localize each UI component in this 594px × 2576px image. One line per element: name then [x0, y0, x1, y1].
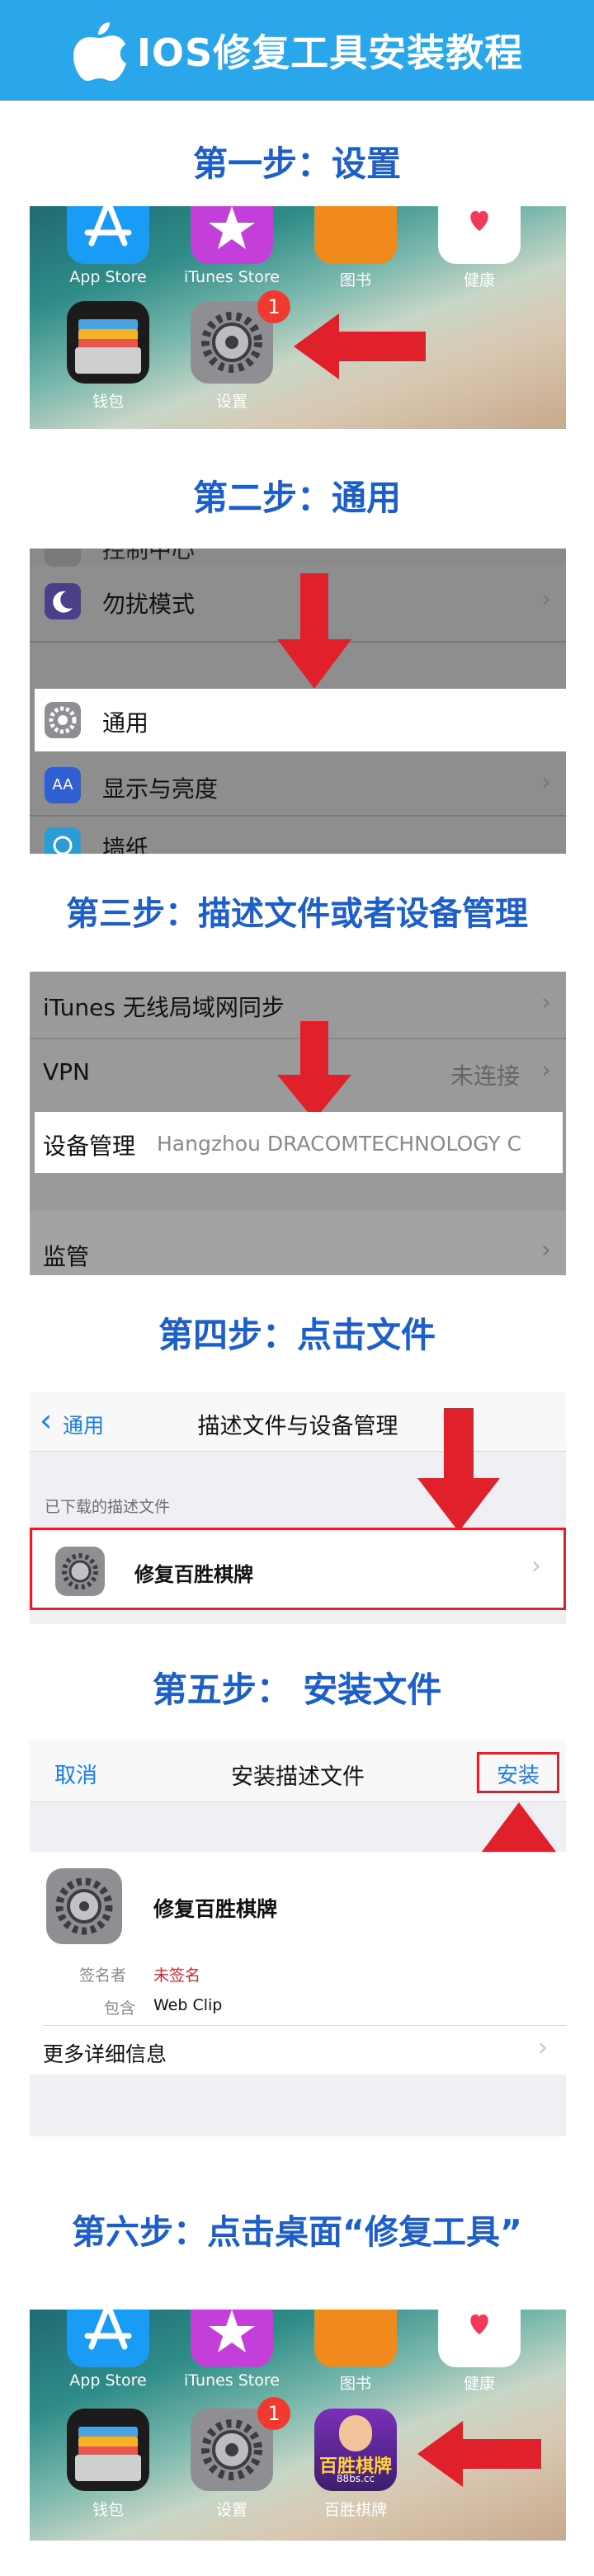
signer-value: 未签名 — [153, 1966, 201, 1985]
home-screen-1: App Store iTunes Store 图书 健康 钱包 1 设置 — [30, 206, 566, 429]
arrow-left-icon — [417, 2421, 541, 2487]
dnd-label[interactable]: 勿扰模式 — [102, 586, 195, 619]
header-title: IOS修复工具安装教程 — [136, 31, 524, 75]
app-store-icon[interactable] — [67, 2310, 149, 2367]
chevron-right-icon: › — [538, 2033, 548, 2062]
notification-badge: 1 — [257, 2397, 290, 2430]
step1-title: 第一步：设置 — [192, 144, 401, 184]
gear-icon — [45, 702, 81, 738]
profile-name: 修复百胜棋牌 — [134, 1563, 253, 1586]
control-center-label[interactable]: 控制中心 — [102, 549, 195, 565]
itunes-wifi-label[interactable]: iTunes 无线局域网同步 — [43, 990, 285, 1023]
general-label: 通用 — [102, 709, 149, 737]
wallpaper-label[interactable]: 墙纸 — [102, 831, 148, 854]
step6-title: 第六步：点击桌面“修复工具” — [72, 2212, 522, 2252]
settings-general-panel: 控制中心 勿扰模式 › 通用 AA 显示与亮度 › 墙纸 — [30, 549, 566, 854]
wallet-icon[interactable] — [67, 2409, 149, 2491]
moon-icon — [45, 583, 81, 619]
more-details-label: 更多详细信息 — [43, 2042, 167, 2066]
health-icon[interactable] — [438, 2310, 521, 2367]
itunes-store-label: iTunes Store — [184, 268, 280, 286]
health-icon[interactable] — [438, 206, 521, 264]
itunes-store-icon[interactable] — [191, 206, 273, 264]
profile-details: 修复百胜棋牌 签名者 未签名 包含 Web Clip 更多详细信息 › — [30, 1852, 566, 2074]
chevron-right-icon: › — [541, 988, 551, 1017]
wallpaper-icon — [45, 827, 81, 854]
device-management-panel: iTunes 无线局域网同步 › VPN 未连接 › 设备管理 Hangzhou… — [30, 972, 566, 1275]
nav-bar: 取消 安装描述文件 安装 — [30, 1740, 566, 1802]
app-logo-url: 88bs.cc — [336, 2473, 375, 2484]
vpn-label[interactable]: VPN — [43, 1058, 90, 1085]
install-profile-panel: 取消 安装描述文件 安装 修复百胜棋牌 签名者 未签名 包含 Web Clip … — [30, 1740, 566, 2136]
section-header: 已下载的描述文件 — [45, 1498, 171, 1516]
itunes-store-label: iTunes Store — [184, 2371, 280, 2390]
chevron-right-icon: › — [541, 1236, 551, 1264]
signer-label: 签名者 — [79, 1966, 127, 1985]
supervision-label: 监管 — [43, 1243, 90, 1270]
books-icon[interactable] — [314, 206, 397, 264]
supervision-row[interactable]: 监管 › — [30, 1211, 566, 1275]
step4-title: 第四步：点击文件 — [158, 1315, 436, 1355]
apple-logo-icon — [73, 22, 126, 81]
app-store-label: App Store — [69, 268, 147, 286]
arrow-down-icon — [277, 1021, 351, 1120]
divider — [30, 815, 566, 817]
profile-name: 修复百胜棋牌 — [153, 1897, 278, 1921]
display-brightness-icon: AA — [45, 767, 81, 803]
gear-icon — [55, 1547, 105, 1596]
app-store-icon[interactable] — [67, 206, 149, 264]
step2-title: 第二步：通用 — [192, 478, 401, 518]
app-store-label: App Store — [69, 2371, 147, 2390]
wallet-icon[interactable] — [67, 301, 149, 384]
profiles-panel: ‹ 通用 描述文件与设备管理 已下载的描述文件 修复百胜棋牌 › — [30, 1392, 566, 1624]
wallet-label: 钱包 — [92, 2501, 124, 2519]
vpn-status: 未连接 — [450, 1062, 521, 1090]
gear-icon — [46, 1868, 122, 1944]
contains-label: 包含 — [104, 1999, 136, 2018]
books-icon[interactable] — [314, 2310, 397, 2367]
character-face-icon — [339, 2415, 372, 2451]
health-label: 健康 — [463, 271, 495, 290]
itunes-store-icon[interactable] — [191, 2310, 273, 2367]
install-button[interactable]: 安装 — [477, 1759, 559, 1789]
header: IOS修复工具安装教程 — [0, 0, 594, 101]
chevron-right-icon: › — [541, 1056, 551, 1085]
step3-title: 第三步：描述文件或者设备管理 — [66, 895, 528, 933]
display-brightness-label[interactable]: 显示与亮度 — [102, 771, 218, 804]
home-screen-2: App Store iTunes Store 图书 健康 钱包 1 设置 百胜棋… — [30, 2310, 566, 2541]
arrow-down-icon — [417, 1408, 500, 1532]
chevron-right-icon: › — [531, 1552, 541, 1580]
health-label: 健康 — [463, 2375, 495, 2393]
arrow-down-icon — [277, 573, 351, 689]
contains-value: Web Clip — [153, 1996, 223, 2014]
device-management-row[interactable]: 设备管理 Hangzhou DRACOMTECHNOLOGY C — [35, 1112, 563, 1173]
notification-badge: 1 — [257, 290, 290, 323]
settings-label: 设置 — [215, 393, 248, 411]
general-row[interactable]: 通用 — [35, 689, 566, 751]
baisheng-qipai-label: 百胜棋牌 — [323, 2501, 387, 2519]
control-center-icon — [45, 549, 81, 567]
step5-title: 第五步： 安装文件 — [152, 1669, 442, 1710]
books-label: 图书 — [339, 271, 371, 290]
settings-label: 设置 — [215, 2501, 248, 2519]
wallet-label: 钱包 — [92, 393, 124, 411]
profile-item[interactable]: 修复百胜棋牌 › — [30, 1528, 566, 1610]
device-management-value: Hangzhou DRACOMTECHNOLOGY C — [157, 1132, 522, 1156]
baisheng-qipai-app-icon[interactable]: 百胜棋牌 88bs.cc — [314, 2409, 397, 2491]
more-details-row[interactable]: 更多详细信息 › — [43, 2025, 566, 2074]
books-label: 图书 — [339, 2375, 371, 2393]
chevron-right-icon: › — [541, 768, 551, 797]
device-management-label: 设备管理 — [43, 1133, 136, 1160]
chevron-right-icon: › — [541, 585, 551, 614]
arrow-left-icon — [294, 313, 426, 379]
